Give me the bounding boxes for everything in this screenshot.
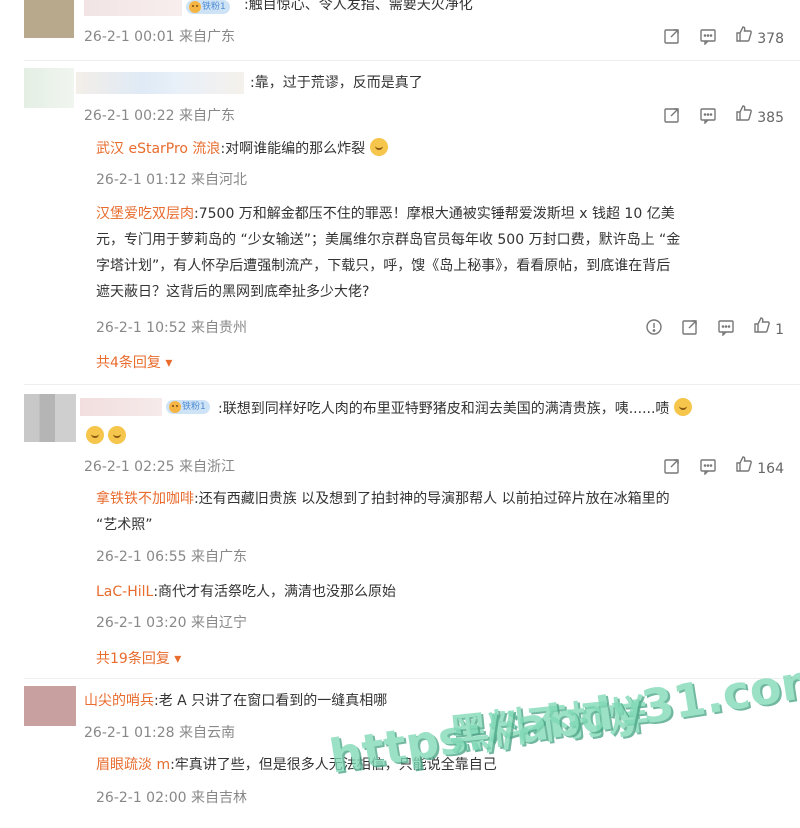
reply-meta: 26-2-1 01:12 来自河北 — [96, 172, 247, 188]
divider — [24, 60, 800, 61]
reply-meta: 26-2-1 02:00 来自吉林 — [96, 790, 247, 806]
grin-emoji-icon — [108, 426, 127, 444]
reply-text-1: :7500 万和解金都压不住的罪恶！摩根大通被实锤帮爱泼斯坦 x 钱超 10 亿… — [194, 206, 675, 222]
comment-1: 铁粉1 :触目惊心、令人发指、需要天火净化 26-2-1 00:01 来自广东 … — [0, 0, 800, 60]
reply-line-1: 汉堡爱吃双层肉:7500 万和解金都压不住的罪恶！摩根大通被实锤帮爱泼斯坦 x … — [96, 201, 786, 227]
reply-line-1: 拿铁铁不加咖啡:还有西藏旧贵族 以及想到了拍封神的导演那帮人 以前拍过碎片放在冰… — [96, 486, 786, 512]
thumb-up-icon — [735, 25, 753, 43]
avatar[interactable] — [24, 686, 76, 726]
thumb-up-icon — [735, 104, 753, 122]
like-button[interactable]: 385 — [735, 104, 784, 126]
comment-text-row: 山尖的哨兵:老 A 只讲了在窗口看到的一缝真相哪 — [84, 688, 387, 714]
reply-username[interactable]: LaC-HilL — [96, 584, 153, 600]
share-icon[interactable] — [681, 318, 699, 336]
reply-meta: 26-2-1 06:55 来自广东 — [96, 549, 247, 565]
like-count: 378 — [757, 31, 784, 47]
comment-icon[interactable] — [699, 106, 717, 125]
divider — [24, 384, 800, 385]
thumb-up-icon — [735, 455, 753, 473]
reply-text-2: “艺术照” — [96, 517, 153, 533]
comment-meta: 26-2-1 01:28 来自云南 — [84, 725, 235, 741]
username-blurred[interactable] — [76, 72, 244, 94]
more-replies-label: 共19条回复 — [96, 651, 170, 667]
more-replies-label: 共4条回复 — [96, 355, 161, 371]
more-replies-link[interactable]: 共4条回复 ▾ — [96, 352, 172, 372]
comment-text-body: :联想到同样好吃人肉的布里亚特野猪皮和润去美国的满清贵族，咦......啧 — [218, 401, 670, 417]
comment-text: :联想到同样好吃人肉的布里亚特野猪皮和润去美国的满清贵族，咦......啧 — [218, 396, 692, 422]
comment-icon[interactable] — [699, 27, 717, 46]
comment-meta: 26-2-1 00:22 来自广东 — [84, 108, 235, 124]
comment-actions: 385 — [663, 104, 784, 126]
like-button[interactable]: 378 — [735, 25, 784, 47]
reply-username[interactable]: 拿铁铁不加咖啡 — [96, 491, 194, 507]
username-blurred[interactable] — [80, 398, 162, 416]
fan-icon — [188, 0, 202, 14]
avatar[interactable] — [24, 0, 74, 38]
reply-text-1: :还有西藏旧贵族 以及想到了拍封神的导演那帮人 以前拍过碎片放在冰箱里的 — [194, 491, 670, 507]
reply-username[interactable]: 武汉 eStarPro 流浪 — [96, 141, 220, 157]
chevron-down-icon: ▾ — [165, 355, 173, 371]
comment-username[interactable]: 山尖的哨兵 — [84, 693, 154, 709]
thumb-up-icon — [753, 316, 771, 334]
fan-icon — [168, 400, 182, 414]
chevron-down-icon: ▾ — [174, 651, 182, 667]
comment-3: 铁粉1 :联想到同样好吃人肉的布里亚特野猪皮和润去美国的满清贵族，咦......… — [0, 392, 800, 682]
reply-actions: 1 — [645, 316, 784, 338]
reply-text-2: 元，专门用于萝莉岛的 “少女输送”；美属维尔京群岛官员每年收 500 万封口费，… — [96, 232, 681, 248]
username-blurred[interactable] — [84, 0, 182, 16]
comment-meta: 26-2-1 02:25 来自浙江 — [84, 459, 235, 475]
reply-text: :商代才有活祭吃人，满清也没那么原始 — [153, 584, 397, 600]
share-icon[interactable] — [663, 457, 681, 475]
reply-1: 拿铁铁不加咖啡:还有西藏旧贵族 以及想到了拍封神的导演那帮人 以前拍过碎片放在冰… — [96, 486, 786, 538]
comment-actions: 164 — [663, 455, 784, 477]
share-icon[interactable] — [663, 27, 681, 45]
grin-emoji-icon — [673, 398, 692, 416]
reply-text-4: 遮天蔽日？这背后的黑网到底牵扯多少大佬? — [96, 284, 370, 300]
like-count: 164 — [757, 461, 784, 477]
avatar[interactable] — [24, 68, 74, 108]
reply-text: :对啊谁能编的那么炸裂 — [220, 141, 366, 157]
reply-meta: 26-2-1 03:20 来自辽宁 — [96, 615, 247, 631]
reply-2: 汉堡爱吃双层肉:7500 万和解金都压不住的罪恶！摩根大通被实锤帮爱泼斯坦 x … — [96, 201, 786, 305]
comment-text: :触目惊心、令人发指、需要天火净化 — [244, 0, 473, 13]
comment-icon[interactable] — [699, 457, 717, 476]
share-icon[interactable] — [663, 106, 681, 124]
fan-badge-label: 铁粉1 — [202, 2, 226, 12]
comment-icon[interactable] — [717, 318, 735, 337]
grin-emoji-icon — [369, 138, 388, 156]
emoji-row — [86, 424, 127, 450]
avatar[interactable] — [24, 394, 76, 442]
more-replies-link[interactable]: 共19条回复 ▾ — [96, 648, 181, 668]
report-icon[interactable] — [645, 318, 663, 336]
fan-badge[interactable]: 铁粉1 — [166, 400, 210, 414]
comment-actions: 378 — [663, 25, 784, 47]
fan-badge[interactable]: 铁粉1 — [186, 0, 230, 14]
comment-text: :靠，过于荒谬，反而是真了 — [250, 75, 423, 91]
comment-2: :靠，过于荒谬，反而是真了 26-2-1 00:22 来自广东 385 武汉 e… — [0, 68, 800, 371]
reply-text-3: 字塔计划”，有人怀孕后遭强制流产，下载只，呼，馊《岛上秘事》，看看原帖，到底谁在… — [96, 258, 671, 274]
grin-emoji-icon — [86, 426, 104, 444]
like-button[interactable]: 1 — [753, 316, 784, 338]
like-count: 1 — [775, 322, 784, 338]
like-count: 385 — [757, 110, 784, 126]
reply-username[interactable]: 汉堡爱吃双层肉 — [96, 206, 194, 222]
comment-text: :老 A 只讲了在窗口看到的一缝真相哪 — [154, 693, 388, 709]
comment-meta: 26-2-1 00:01 来自广东 — [84, 29, 235, 45]
like-button[interactable]: 164 — [735, 455, 784, 477]
fan-badge-label: 铁粉1 — [182, 402, 206, 412]
reply-username[interactable]: 眉眼疏淡 m — [96, 757, 170, 773]
reply-meta: 26-2-1 10:52 来自贵州 — [96, 320, 247, 336]
reply-2: LaC-HilL:商代才有活祭吃人，满清也没那么原始 — [96, 579, 396, 605]
reply-1: 武汉 eStarPro 流浪:对啊谁能编的那么炸裂 — [96, 136, 388, 162]
